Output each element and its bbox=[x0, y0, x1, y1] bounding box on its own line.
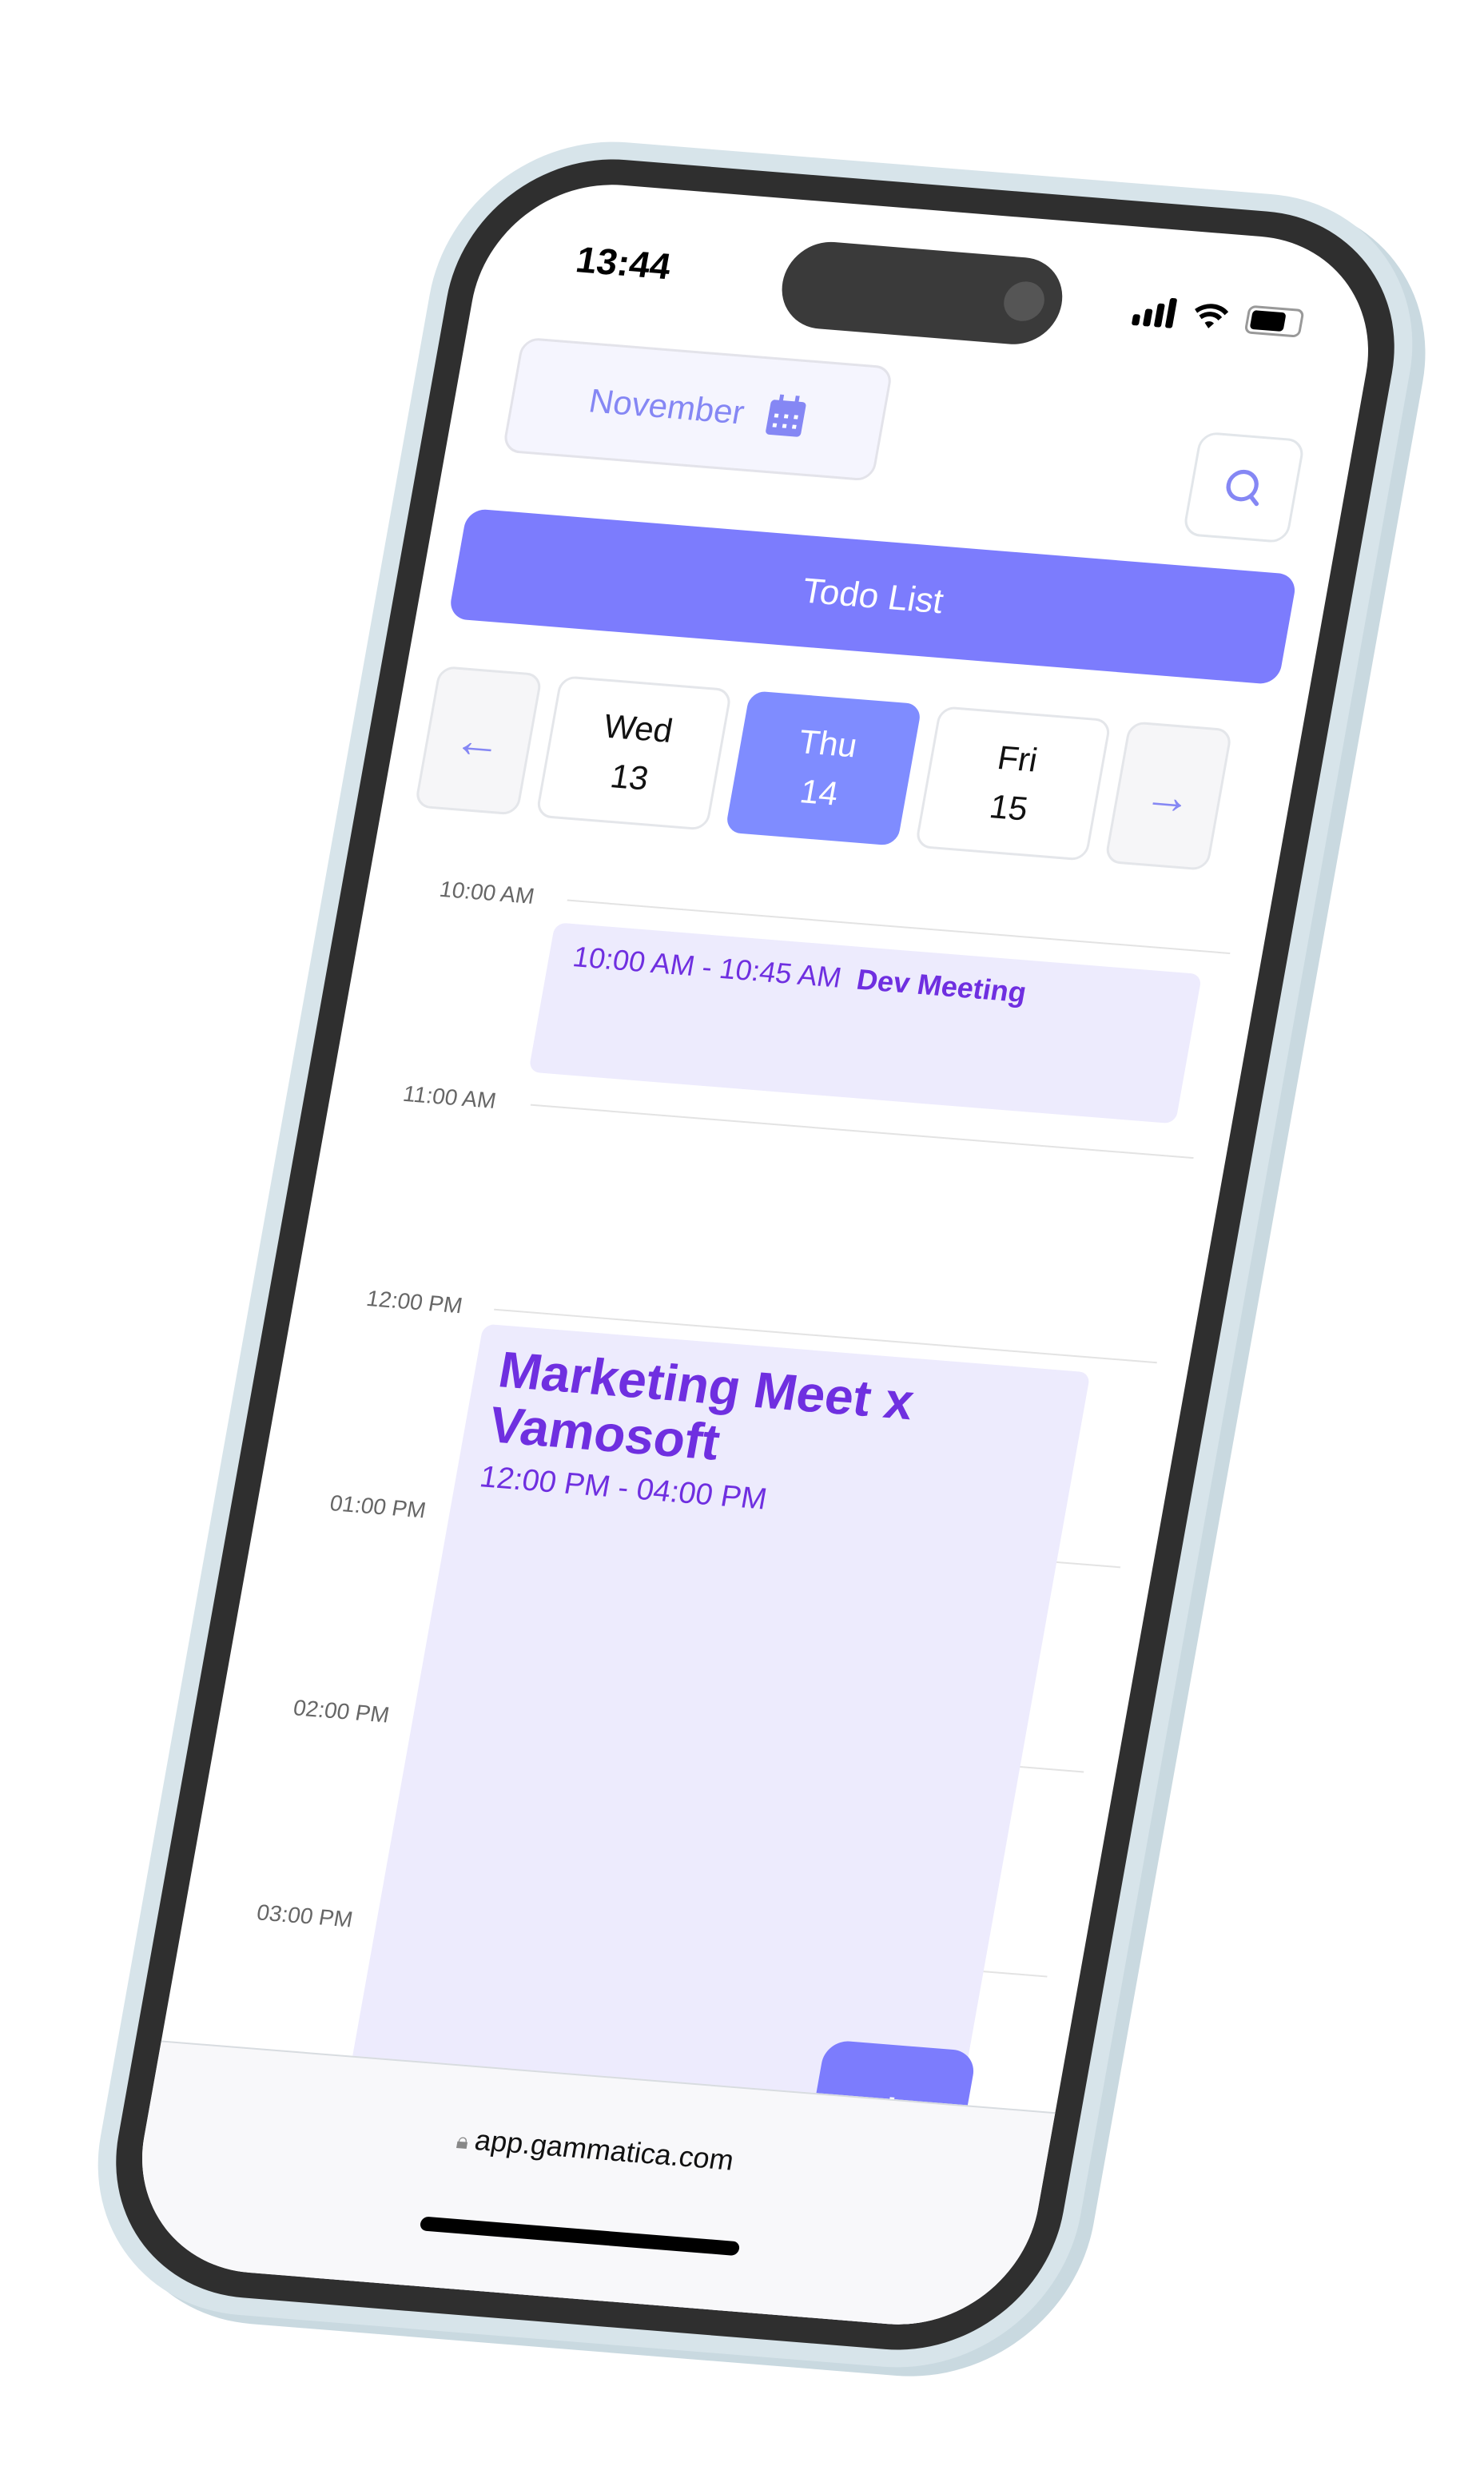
prev-day-button[interactable]: ← bbox=[414, 665, 543, 816]
day-date: 15 bbox=[986, 787, 1031, 828]
hour-label: 01:00 PM bbox=[328, 1490, 428, 1523]
phone-screen: 13:44 November Todo List ← Wed 13 Thu 14 F… bbox=[121, 175, 1389, 2334]
phone-mockup: 13:44 November Todo List ← Wed 13 Thu 14 F… bbox=[70, 129, 1440, 2381]
wifi-icon bbox=[1195, 304, 1229, 328]
month-label: November bbox=[586, 381, 748, 432]
month-selector[interactable]: November bbox=[501, 336, 894, 482]
day-weekday: Wed bbox=[600, 706, 676, 750]
search-icon bbox=[1226, 469, 1259, 507]
event-title: Dev Meeting bbox=[853, 962, 1029, 1009]
battery-icon bbox=[1243, 304, 1305, 338]
arrow-right-icon: → bbox=[1140, 767, 1197, 825]
status-time: 13:44 bbox=[573, 238, 674, 288]
hour-label: 12:00 PM bbox=[364, 1286, 465, 1319]
home-indicator[interactable] bbox=[419, 2216, 741, 2257]
day-wed[interactable]: Wed 13 bbox=[535, 675, 733, 831]
next-day-button[interactable]: → bbox=[1104, 721, 1233, 871]
calendar-icon bbox=[766, 394, 806, 437]
hour-label: 02:00 PM bbox=[291, 1695, 392, 1728]
day-weekday: Fri bbox=[994, 738, 1040, 779]
event-time: 10:00 AM - 10:45 AM bbox=[570, 940, 845, 994]
url-text: app.gammatica.com bbox=[472, 2123, 737, 2177]
day-weekday: Thu bbox=[795, 722, 861, 765]
hour-label: 11:00 AM bbox=[400, 1081, 499, 1113]
day-date: 13 bbox=[607, 757, 652, 797]
url-bar[interactable]: 🔒︎ app.gammatica.com bbox=[145, 2097, 1045, 2202]
dynamic-island bbox=[774, 238, 1070, 348]
signal-icon bbox=[1131, 295, 1178, 328]
event-dev-meeting[interactable]: 10:00 AM - 10:45 AM Dev Meeting bbox=[528, 922, 1203, 1124]
camera-icon bbox=[1001, 280, 1048, 323]
day-thu[interactable]: Thu 14 bbox=[724, 690, 923, 846]
search-button[interactable] bbox=[1182, 431, 1306, 544]
day-fri[interactable]: Fri 15 bbox=[914, 706, 1112, 861]
status-icons bbox=[1131, 294, 1305, 339]
hour-label: 10:00 AM bbox=[437, 876, 537, 909]
day-date: 14 bbox=[797, 772, 841, 813]
hour-label: 03:00 PM bbox=[254, 1899, 355, 1932]
day-selector: ← Wed 13 Thu 14 Fri 15 → bbox=[414, 665, 1270, 874]
phone-bezel: 13:44 November Todo List ← Wed 13 Thu 14 F… bbox=[91, 147, 1419, 2362]
arrow-left-icon: ← bbox=[449, 712, 507, 770]
todo-list-button[interactable]: Todo List bbox=[448, 507, 1298, 686]
